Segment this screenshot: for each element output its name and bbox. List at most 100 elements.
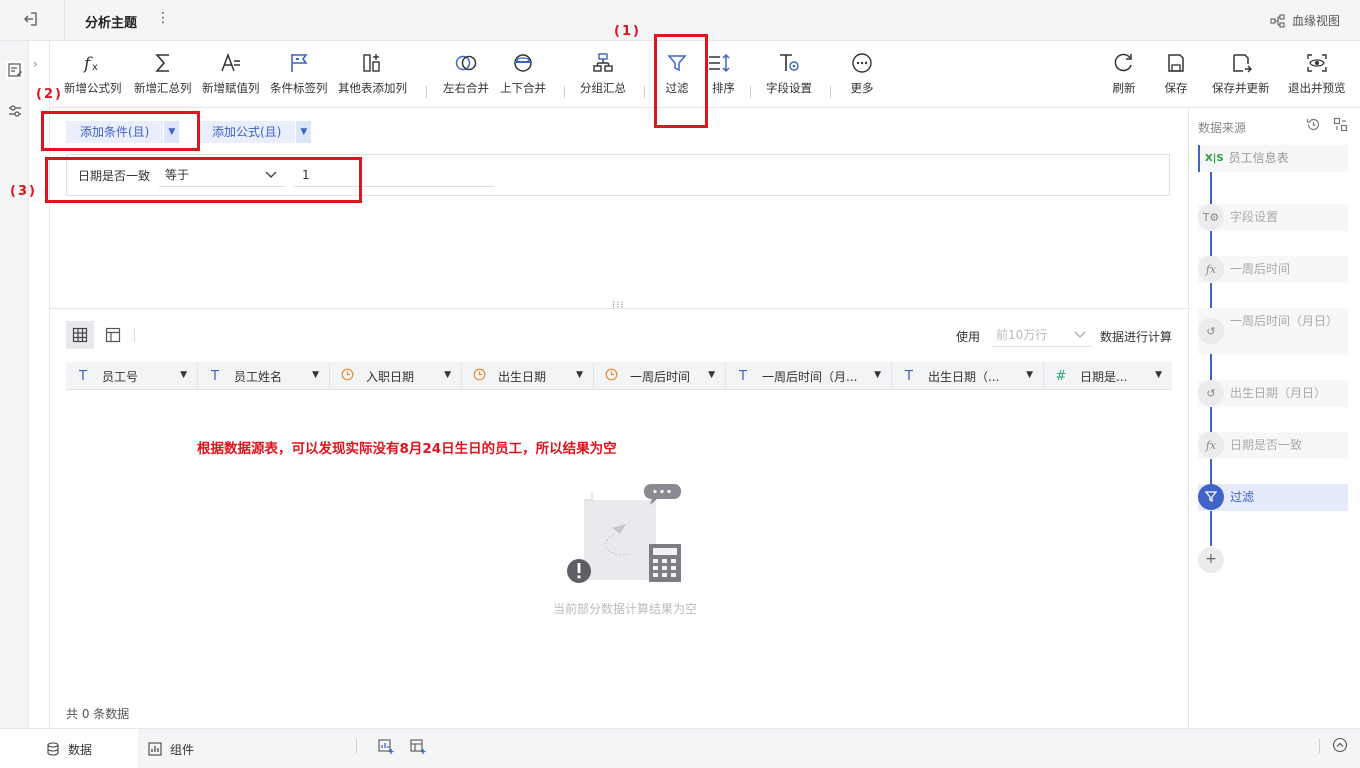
column-header[interactable]: 出生日期 ▼ [462,362,594,390]
right-panel [1188,108,1360,728]
left-rail [0,41,29,728]
caret-down-icon[interactable]: ▼ [180,370,187,380]
field-settings-button[interactable]: 字段设置 [766,51,812,96]
field-settings-icon: T⚙ [1198,204,1224,230]
exit-and-preview-button[interactable]: 退出并预览 [1288,51,1346,96]
annotation-box-filter [654,34,708,128]
caret-down-icon[interactable]: ▼ [874,370,881,380]
formula-icon: fx [1198,256,1224,282]
more-button[interactable]: 更多 [850,51,874,96]
caret-down-icon[interactable]: ▼ [576,370,583,380]
group-summary-button[interactable]: 分组汇总 [580,51,626,96]
step-item-field-settings[interactable]: T⚙ 字段设置 [1198,204,1348,231]
clock-icon [604,368,618,385]
add-condition-tag-column-button[interactable]: 条件标签列 [270,51,328,96]
annotation-number-1: (1) [614,24,641,39]
add-summary-column-button[interactable]: 新增汇总列 [134,51,192,96]
caret-down-icon[interactable]: ▼ [444,370,451,380]
add-dataset-icon[interactable] [377,737,395,758]
lineage-icon [1270,14,1285,27]
caret-down-icon[interactable]: ▼ [312,370,319,380]
add-formula-button[interactable]: 添加公式(且) [198,121,296,143]
step-item-history[interactable]: ↺ 一周后时间（月日） [1198,308,1348,354]
bottom-bar: 数据 组件 [0,728,1360,768]
save-button[interactable]: 保存 [1164,51,1188,96]
grid-icon [72,327,88,343]
settings-sliders-icon[interactable] [6,102,24,120]
column-header[interactable]: T 一周后时间（月... ▼ [726,362,892,390]
history-icon: ↺ [1198,318,1224,344]
refresh-button[interactable]: 刷新 [1112,51,1136,96]
step-item-history[interactable]: ↺ 出生日期（月日） [1198,380,1348,407]
chevron-up-icon[interactable] [1332,737,1348,756]
field-settings-icon [780,54,799,71]
lineage-label: 血缘视图 [1291,14,1340,28]
number-type-icon: # [1055,368,1067,384]
column-header[interactable]: T 出生日期（... ▼ [892,362,1044,390]
layout-toggle-icon[interactable] [1333,117,1348,135]
add-column-from-other-table-button[interactable]: 其他表添加列 [338,51,407,96]
toolbar-right: 刷新 保存 保存并更新 退出并预览 [1100,41,1360,108]
empty-message: 当前部分数据计算结果为空 [553,602,698,616]
tab-data[interactable]: 数据 [0,729,138,768]
clock-icon [472,368,486,385]
annotation-number-2: (2) [36,87,63,102]
column-header[interactable]: 入职日期 ▼ [330,362,462,390]
caret-down-icon[interactable]: ▼ [295,121,312,143]
divider [750,86,751,98]
hierarchy-icon [593,53,613,72]
add-formula-split-button: 添加公式(且) ▼ [198,121,312,143]
assign-icon [221,52,240,72]
drag-handle-icon[interactable]: ⁝⁝⁝ [612,300,625,311]
caret-down-icon[interactable]: ▼ [1155,370,1162,380]
add-assign-column-button[interactable]: 新增赋值列 [202,51,260,96]
column-header[interactable]: # 日期是... ▼ [1044,362,1172,390]
refresh-icon [1114,53,1132,72]
save-and-update-button[interactable]: 保存并更新 [1212,51,1270,96]
formula-icon: fx [1198,432,1224,458]
layout-view-button[interactable] [99,321,127,349]
exit-icon[interactable] [22,11,42,31]
more-vert-icon[interactable]: ⋮ [156,10,170,26]
use-label: 使用 [956,330,981,344]
step-item-filter[interactable]: 过滤 [1198,484,1348,511]
edit-data-icon[interactable] [6,61,24,79]
layout-icon [105,327,121,343]
caret-down-icon[interactable]: ▼ [1026,370,1033,380]
venn-icon [455,55,477,71]
grid-view-button[interactable] [66,321,94,349]
xls-icon: X|S [1205,153,1224,164]
lineage-view-button[interactable]: 血缘视图 [1270,12,1340,29]
divider [134,328,135,342]
save-update-icon [1233,54,1252,73]
add-column-icon [362,54,380,72]
clock-icon [340,368,354,385]
annotation-box-add-condition [41,111,200,151]
divider [644,86,645,98]
add-component-icon[interactable] [409,737,427,758]
toolbar: fx 新增公式列 新增汇总列 新增赋值列 条件标签列 其他表添加列 左右合并 上… [50,41,1188,108]
divider [830,86,831,98]
right-panel-actions [1306,117,1348,135]
step-item-formula[interactable]: fx 一周后时间 [1198,256,1348,283]
top-bottom-merge-button[interactable]: 上下合并 [500,51,546,96]
row-limit-select[interactable]: 前10万行 [992,323,1092,347]
sigma-icon [154,54,169,72]
total-count: 共 0 条数据 [66,707,130,721]
column-header[interactable]: T 员工姓名 ▼ [198,362,330,390]
add-formula-column-button[interactable]: fx 新增公式列 [64,51,122,96]
history-icon[interactable] [1306,117,1321,135]
add-step-button[interactable]: + [1198,547,1224,573]
tab-component[interactable]: 组件 [148,729,194,768]
caret-down-icon[interactable]: ▼ [708,370,715,380]
step-item-formula[interactable]: fx 日期是否一致 [1198,432,1348,459]
left-right-merge-button[interactable]: 左右合并 [443,51,489,96]
expand-chevron-icon[interactable]: › [33,57,38,71]
column-header[interactable]: 一周后时间 ▼ [594,362,726,390]
row-limit-value: 前10万行 [996,328,1048,342]
database-icon [47,742,59,756]
step-item-source[interactable]: X|S 员工信息表 [1198,145,1348,172]
history-icon: ↺ [1198,380,1224,406]
column-header[interactable]: T 员工号 ▼ [66,362,198,390]
chevron-down-icon [1074,323,1086,355]
